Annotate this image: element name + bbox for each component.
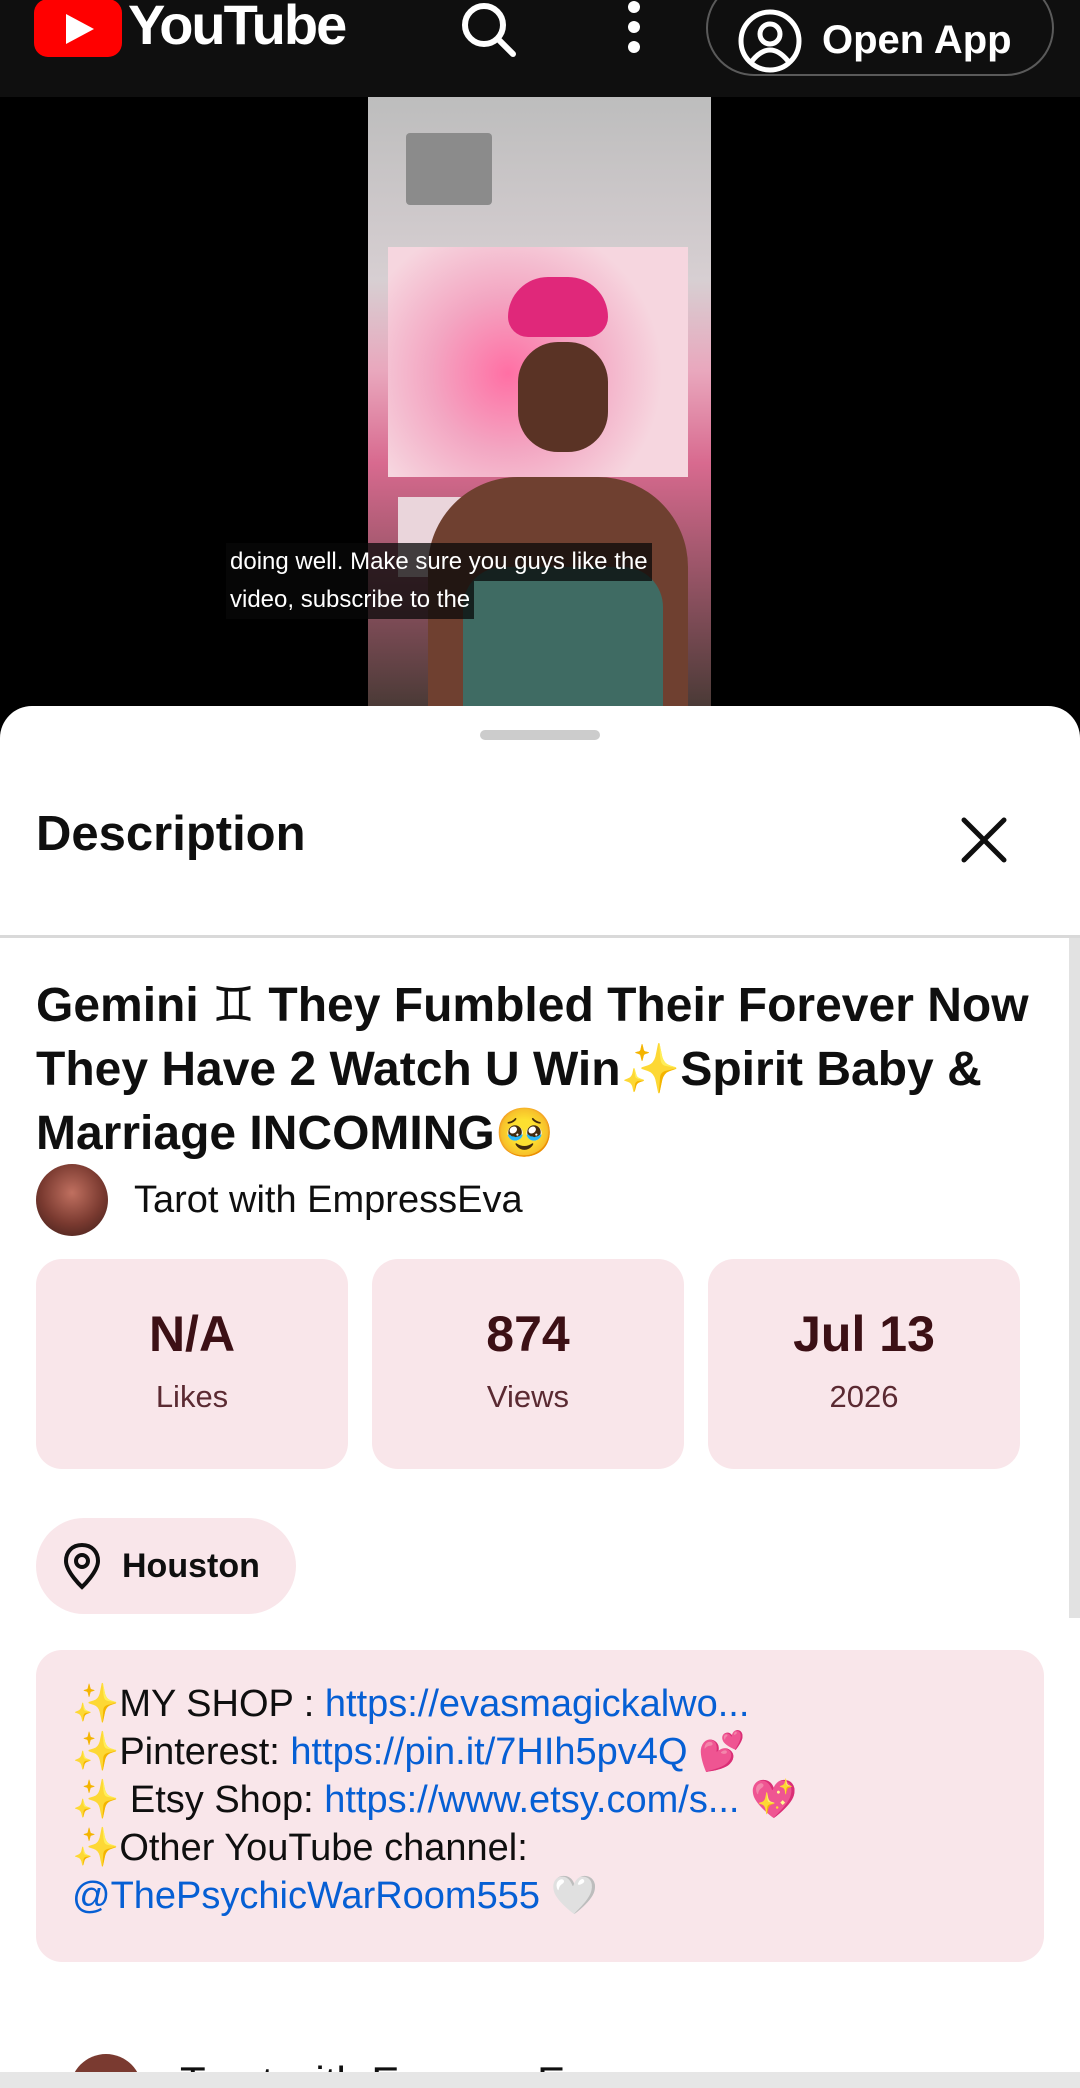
description-line: @ThePsychicWarRoom555 🤍	[72, 1872, 1044, 1920]
description-line: ✨Other YouTube channel:	[72, 1827, 528, 1869]
divider	[0, 935, 1080, 938]
video-title: Gemini ♊ They Fumbled Their Forever Now …	[36, 979, 1029, 1160]
search-icon[interactable]	[456, 0, 520, 58]
channel-avatar[interactable]	[36, 1164, 108, 1236]
youtube-play-icon	[34, 0, 122, 57]
emoji: 💖	[739, 1779, 798, 1821]
top-bar: YouTube Open App	[0, 0, 1080, 97]
etsy-link[interactable]: https://www.etsy.com/s...	[324, 1779, 739, 1821]
emoji: 🤍	[540, 1875, 598, 1917]
youtube-logo-text: YouTube	[128, 0, 347, 56]
description-line: ✨MY SHOP : https://evasmagickalwo...	[72, 1680, 1044, 1728]
stats-row: N/A Likes 874 Views Jul 13 2026	[36, 1259, 1020, 1469]
caption-line: doing well. Make sure you guys like the	[226, 543, 652, 581]
stat-label: Views	[486, 1379, 570, 1414]
description-line: ✨Pinterest: https://pin.it/7HIh5pv4Q 💕	[72, 1728, 1044, 1776]
stat-value: Jul 13	[793, 1306, 935, 1362]
location-pin-icon	[63, 1542, 101, 1590]
bottom-edge	[0, 2072, 1080, 2088]
pinterest-link[interactable]: https://pin.it/7HIh5pv4Q	[290, 1731, 687, 1773]
location-label: Houston	[122, 1546, 260, 1585]
description-line: ✨ Etsy Shop: https://www.etsy.com/s... 💖	[72, 1776, 1044, 1824]
views-stat: 874 Views	[372, 1259, 684, 1469]
youtube-logo[interactable]: YouTube	[34, 0, 347, 60]
description-text-segment: ✨MY SHOP :	[72, 1683, 325, 1725]
more-options-icon[interactable]	[604, 0, 664, 58]
emoji: 💕	[687, 1731, 746, 1773]
channel-mention-link[interactable]: @ThePsychicWarRoom555	[72, 1875, 540, 1917]
person-face	[518, 342, 608, 452]
sheet-title: Description	[36, 807, 306, 861]
date-stat: Jul 13 2026	[708, 1259, 1020, 1469]
account-icon	[738, 9, 802, 73]
caption-line: video, subscribe to the	[226, 581, 475, 619]
description-text: ✨MY SHOP : https://evasmagickalwo... ✨Pi…	[36, 1650, 1044, 1962]
stat-label: Likes	[155, 1379, 229, 1414]
description-text-segment: ✨ Etsy Shop:	[72, 1779, 325, 1821]
stat-label: 2026	[829, 1379, 899, 1414]
wall-plaque	[406, 133, 492, 205]
scrollbar[interactable]	[1069, 938, 1080, 1618]
channel-row[interactable]: Tarot with EmpressEva	[36, 1164, 523, 1236]
stat-value: 874	[486, 1306, 570, 1362]
channel-name[interactable]: Tarot with EmpressEva	[134, 1179, 523, 1222]
shop-link[interactable]: https://evasmagickalwo...	[325, 1683, 750, 1725]
location-chip[interactable]: Houston	[36, 1518, 296, 1614]
description-text-segment: ✨Pinterest:	[72, 1731, 291, 1773]
stat-value: N/A	[148, 1306, 236, 1362]
description-sheet: Description Gemini ♊ They Fumbled Their …	[0, 706, 1080, 2088]
open-app-button[interactable]: Open App	[706, 0, 1054, 76]
likes-stat: N/A Likes	[36, 1259, 348, 1469]
video-captions: doing well. Make sure you guys like the …	[226, 543, 652, 619]
close-icon[interactable]	[958, 814, 1010, 866]
open-app-label: Open App	[822, 17, 1012, 62]
drag-handle[interactable]	[480, 730, 600, 740]
video-player[interactable]: doing well. Make sure you guys like the …	[0, 97, 1080, 707]
person-headwrap	[508, 277, 608, 337]
